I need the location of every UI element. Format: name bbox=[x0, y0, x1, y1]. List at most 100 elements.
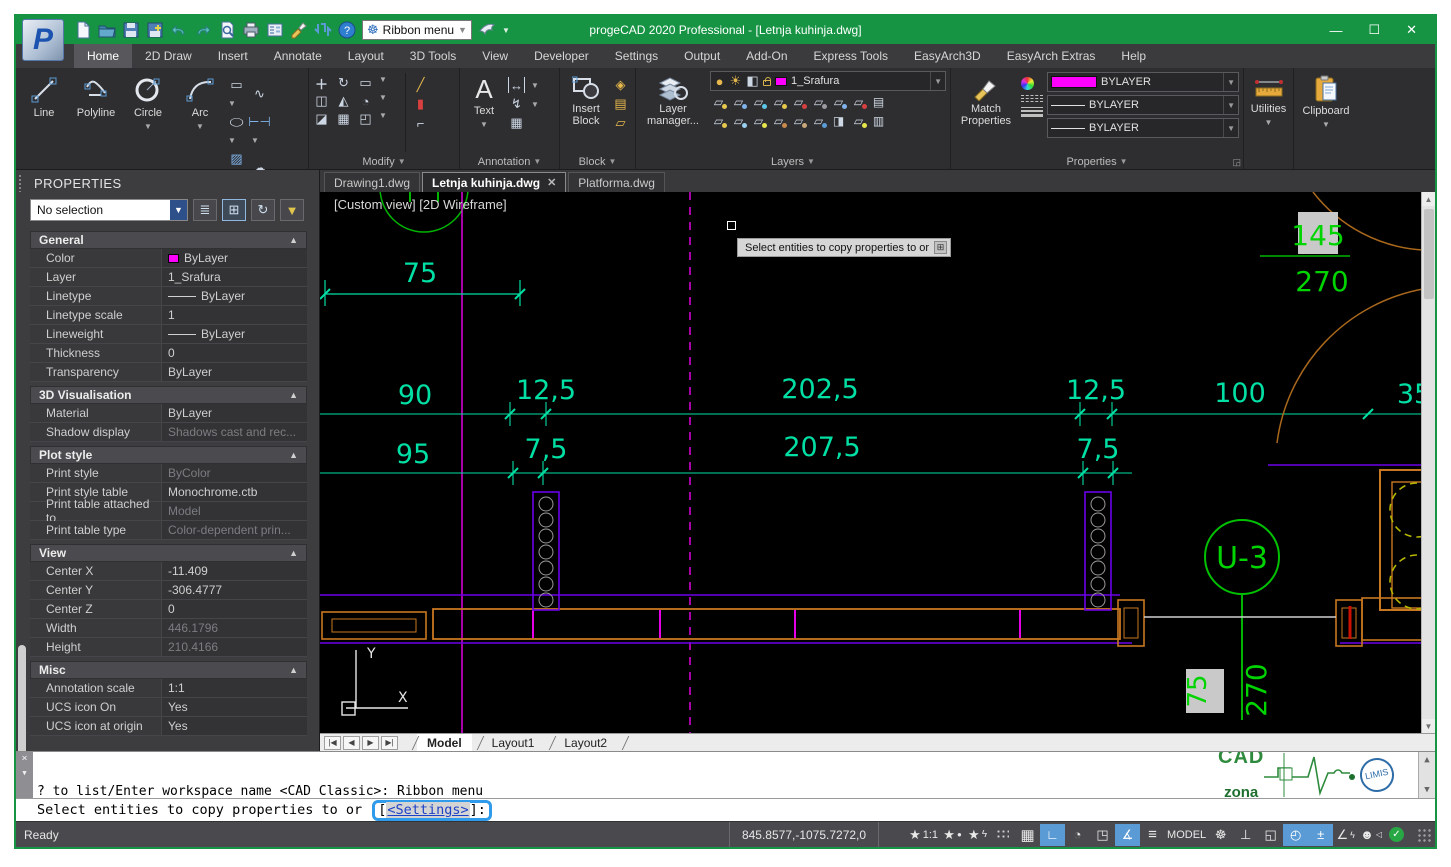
layer-isolate-icon[interactable]: ▱ bbox=[710, 94, 727, 110]
layout1-tab[interactable]: Layout1 bbox=[482, 734, 545, 751]
progecad-logo-icon[interactable]: P bbox=[22, 19, 64, 61]
doc-tab-platforma[interactable]: Platforma.dwg bbox=[568, 172, 665, 192]
tab-help[interactable]: Help bbox=[1108, 44, 1159, 68]
layer-translate-icon[interactable]: ▥ bbox=[870, 113, 887, 129]
help-icon[interactable]: ? bbox=[338, 21, 356, 39]
quick-select-button[interactable]: ⊞ bbox=[222, 199, 246, 221]
section-3d-visualisation[interactable]: 3D Visualisation▲ bbox=[30, 386, 307, 404]
array-icon[interactable]: ▦ bbox=[335, 111, 352, 127]
color-wheel-icon[interactable] bbox=[1021, 77, 1034, 90]
explode-icon[interactable]: ◰ bbox=[357, 111, 374, 127]
prop-row-center-y[interactable]: Center Y-306.4777 bbox=[30, 581, 307, 600]
snap-toggle-button[interactable] bbox=[990, 824, 1015, 846]
layer-unlock-icon[interactable]: ▱ bbox=[750, 113, 767, 129]
drawing-viewport[interactable]: 75 90 12,5 202,5 12,5 100 35 bbox=[320, 192, 1435, 733]
palette-grip[interactable] bbox=[18, 174, 23, 192]
polyline-button[interactable]: Polyline bbox=[72, 71, 120, 149]
layer-lock-tool-icon[interactable]: ▱ bbox=[770, 94, 787, 110]
label-75-vertical[interactable]: 75 bbox=[1183, 674, 1213, 707]
edit-attributes-icon[interactable]: ▱ bbox=[612, 115, 629, 131]
doc-tab-letnja-kuhinja[interactable]: Letnja kuhinja.dwg✕ bbox=[422, 172, 566, 192]
tab-2d-draw[interactable]: 2D Draw bbox=[132, 44, 205, 68]
rectangle-icon[interactable]: ▭ bbox=[228, 77, 245, 93]
first-layout-button[interactable]: |◀ bbox=[324, 736, 341, 750]
layer-walk-icon[interactable]: ▱ bbox=[830, 94, 847, 110]
last-layout-button[interactable]: ▶| bbox=[381, 736, 398, 750]
mirror-icon[interactable]: ◭ bbox=[335, 93, 352, 109]
print-preview-icon[interactable] bbox=[218, 21, 236, 39]
prop-row-linetype[interactable]: LinetypeByLayer bbox=[30, 287, 307, 306]
layer-vpfreeze-icon[interactable]: ◨ bbox=[830, 113, 847, 129]
print-icon[interactable] bbox=[242, 21, 260, 39]
tab-home[interactable]: Home bbox=[74, 44, 132, 68]
settings-link[interactable]: <Settings> bbox=[386, 802, 469, 818]
command-scroll-up-icon[interactable]: ▲ bbox=[1424, 755, 1429, 765]
prop-row-lineweight[interactable]: LineweightByLayer bbox=[30, 325, 307, 344]
utilities-button[interactable]: Utilities ▼ bbox=[1248, 71, 1289, 149]
grid-toggle-button[interactable]: ▦ bbox=[1015, 824, 1040, 846]
section-view[interactable]: View▲ bbox=[30, 544, 307, 562]
tab-easyarch-extras[interactable]: EasyArch Extras bbox=[994, 44, 1109, 68]
tab-add-on[interactable]: Add-On bbox=[733, 44, 800, 68]
block-panel-label[interactable]: Block▼ bbox=[564, 154, 631, 169]
layer-manager-button[interactable]: Layer manager... bbox=[640, 71, 706, 149]
prop-row-print-style[interactable]: Print styleByColor bbox=[30, 464, 307, 483]
color-selector[interactable]: BYLAYER ▼ bbox=[1047, 72, 1239, 92]
command-expand-icon[interactable]: ▼ bbox=[22, 768, 26, 778]
ellipse-icon[interactable]: ◯ bbox=[228, 117, 245, 127]
tab-view[interactable]: View bbox=[469, 44, 521, 68]
tab-settings[interactable]: Settings bbox=[602, 44, 671, 68]
color-dropdown-icon[interactable]: ▼ bbox=[1223, 73, 1235, 91]
ellipse-dropdown-icon[interactable]: ▼ bbox=[228, 136, 236, 145]
layers-panel-label[interactable]: Layers▼ bbox=[640, 154, 946, 169]
palette-scrollbar[interactable] bbox=[18, 645, 26, 751]
multiline-icon[interactable]: ⊢⊣ bbox=[251, 114, 268, 130]
model-tab[interactable]: Model bbox=[417, 734, 472, 751]
section-plot-style[interactable]: Plot style▲ bbox=[30, 446, 307, 464]
modify-dd3-icon[interactable]: ▼ bbox=[379, 111, 399, 127]
table-icon[interactable]: ▦ bbox=[508, 115, 525, 131]
command-history[interactable]: ? to list/Enter workspace name <CAD Clas… bbox=[33, 752, 1418, 798]
command-scrollbar[interactable]: ▲ ▼ bbox=[1418, 752, 1435, 798]
quick-view-button[interactable]: ◴ bbox=[1283, 824, 1308, 846]
selection-filter-dropdown-icon[interactable]: ▼ bbox=[170, 200, 187, 220]
doc-tab-close-icon[interactable]: ✕ bbox=[547, 176, 556, 189]
leader-icon[interactable]: ↯ bbox=[508, 96, 525, 112]
dimension-icon[interactable]: ↔ bbox=[508, 77, 525, 93]
layer-current-icon[interactable]: ▱ bbox=[810, 113, 827, 129]
selection-filter-combo[interactable]: No selection ▼ bbox=[30, 199, 188, 221]
modify-dd2-icon[interactable]: ▼ bbox=[379, 93, 399, 109]
annotation-scale-button[interactable]: ★1:1 bbox=[907, 824, 940, 846]
tab-3d-tools[interactable]: 3D Tools bbox=[397, 44, 469, 68]
prop-row-print-table-type[interactable]: Print table typeColor-dependent prin... bbox=[30, 521, 307, 540]
esnap-toggle-button[interactable]: ∡ bbox=[1115, 824, 1140, 846]
hatch-icon[interactable]: ▨ bbox=[228, 151, 245, 167]
annotation-autoscale-button[interactable]: ★ϟ bbox=[965, 824, 990, 846]
layer-states-icon[interactable]: ▤ bbox=[870, 94, 887, 110]
open-file-icon[interactable] bbox=[98, 21, 116, 39]
create-block-icon[interactable]: ◈ bbox=[612, 77, 629, 93]
undo-icon[interactable] bbox=[170, 21, 188, 39]
annotation-panel-label[interactable]: Annotation▼ bbox=[464, 154, 555, 169]
utilities-dropdown-icon[interactable]: ▼ bbox=[1265, 117, 1273, 129]
label-145[interactable]: 145 bbox=[1291, 219, 1344, 252]
prop-row-color[interactable]: ColorByLayer bbox=[30, 249, 307, 268]
section-general[interactable]: General▲ bbox=[30, 231, 307, 249]
prop-row-layer[interactable]: Layer1_Srafura bbox=[30, 268, 307, 287]
prop-row-linetype-scale[interactable]: Linetype scale1 bbox=[30, 306, 307, 325]
command-close-icon[interactable]: × bbox=[21, 754, 27, 764]
save-icon[interactable] bbox=[122, 21, 140, 39]
layer-unisolate-icon[interactable]: ▱ bbox=[730, 94, 747, 110]
workspace-selector[interactable]: ☸ Ribbon menu ▼ bbox=[362, 20, 472, 40]
modify-panel-label[interactable]: Modify▼ bbox=[313, 154, 455, 169]
prop-row-center-z[interactable]: Center Z0 bbox=[30, 600, 307, 619]
prop-row-transparency[interactable]: TransparencyByLayer bbox=[30, 363, 307, 382]
canvas-vertical-scrollbar[interactable]: ▲ ▼ bbox=[1421, 192, 1435, 733]
prev-layout-button[interactable]: ◀ bbox=[343, 736, 360, 750]
prop-row-width[interactable]: Width446.1796 bbox=[30, 619, 307, 638]
fillet-icon[interactable]: ◔ bbox=[357, 93, 374, 109]
circle-button[interactable]: Circle ▼ bbox=[124, 71, 172, 149]
minimize-button[interactable]: — bbox=[1329, 23, 1342, 38]
sync-arrows-icon[interactable] bbox=[314, 21, 332, 39]
tab-easyarch3d[interactable]: EasyArch3D bbox=[901, 44, 994, 68]
